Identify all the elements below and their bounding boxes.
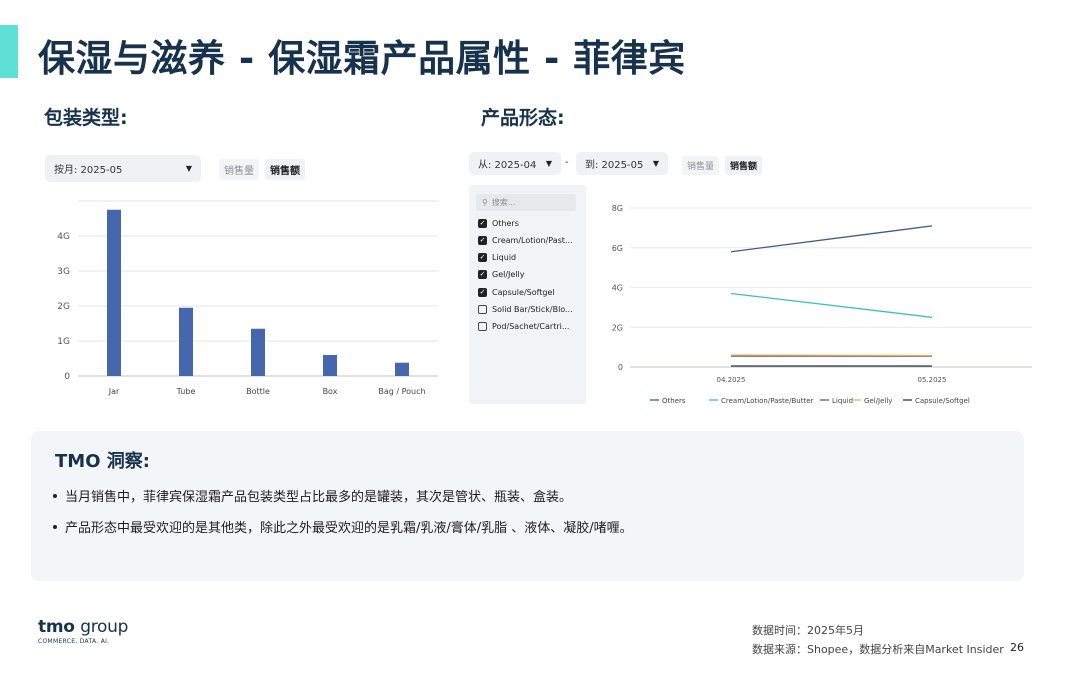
title-accent-bar — [0, 25, 18, 78]
chevron-down-icon: ▼ — [545, 159, 552, 168]
legend-label: Gel/Jelly — [864, 397, 892, 405]
filter-item-gel[interactable]: ✓ Gel/Jelly — [478, 270, 525, 279]
filter-item-label: Capsule/Softgel — [492, 288, 555, 297]
to-month-value: 到: 2025-05 — [585, 160, 644, 171]
y-tick-label: 1G — [57, 337, 70, 347]
from-month-select[interactable]: 从: 2025-04 ▼ — [469, 152, 561, 175]
filter-item-label: Solid Bar/Stick/Blo... — [492, 305, 573, 314]
insight-item: 当月销售中，菲律宾保湿霜产品包装类型占比最多的是罐装，其次是管状、瓶装、盒装。 — [53, 486, 572, 505]
y-tick-label: 0 — [618, 363, 623, 372]
bar — [251, 328, 265, 376]
filter-item-label: Pod/Sachet/Cartri... — [492, 322, 570, 331]
insight-text: 当月销售中，菲律宾保湿霜产品包装类型占比最多的是罐装，其次是管状、瓶装、盒装。 — [65, 490, 573, 505]
filter-item-liquid[interactable]: ✓ Liquid — [478, 253, 516, 262]
y-tick-label: 4G — [57, 232, 70, 242]
bar — [323, 355, 337, 376]
legend-label: Cream/Lotion/Paste/Butter — [721, 397, 813, 405]
x-tick-label: Jar — [108, 387, 120, 396]
filter-item-capsule[interactable]: ✓ Capsule/Softgel — [478, 288, 555, 297]
series-line — [730, 292, 933, 318]
checkbox-unchecked-icon[interactable] — [478, 322, 487, 331]
filter-search-input[interactable]: ⚲ 搜索... — [476, 194, 576, 211]
y-tick-label: 2G — [57, 302, 70, 312]
logo-main-text: tmo — [38, 617, 75, 637]
filter-item-cream[interactable]: ✓ Cream/Lotion/Past... — [478, 236, 573, 245]
from-month-value: 从: 2025-04 — [478, 160, 537, 171]
product-form-filter-panel: ⚲ 搜索... ✓ Others ✓ Cream/Lotion/Past... ✓ L… — [469, 185, 586, 404]
filter-item-pod[interactable]: Pod/Sachet/Cartri... — [478, 322, 569, 331]
sales-amount-option[interactable]: 销售额 — [725, 156, 763, 175]
page-title: 保湿与滋养 - 保湿霜产品属性 - 菲律宾 — [38, 37, 686, 80]
filter-search-placeholder: 搜索... — [491, 198, 516, 207]
y-tick-label: 3G — [57, 267, 70, 277]
filter-item-solid-bar[interactable]: Solid Bar/Stick/Blo... — [478, 305, 573, 314]
chevron-down-icon: ▼ — [652, 159, 659, 168]
insight-item: 产品形态中最受欢迎的是其他类，除此之外最受欢迎的是乳霜/乳液/膏体/乳脂 、液体… — [53, 517, 633, 536]
filter-item-label: Gel/Jelly — [492, 270, 525, 279]
checkbox-checked-icon[interactable]: ✓ — [478, 270, 487, 279]
checkbox-checked-icon[interactable]: ✓ — [478, 288, 487, 297]
to-month-select[interactable]: 到: 2025-05 ▼ — [576, 152, 668, 175]
packaging-metric-toggle[interactable]: 销售量 销售额 — [219, 159, 305, 180]
checkbox-checked-icon[interactable]: ✓ — [478, 219, 487, 228]
range-separator: - — [565, 157, 569, 168]
bar — [179, 307, 193, 376]
insight-title: TMO 洞察: — [55, 451, 150, 472]
y-tick-label: 2G — [612, 323, 623, 332]
checkbox-checked-icon[interactable]: ✓ — [478, 253, 487, 262]
month-select-value: 按月: 2025-05 — [54, 165, 123, 176]
x-tick-label: Box — [323, 387, 338, 396]
product-form-section-label: 产品形态: — [481, 107, 565, 129]
insight-box: TMO 洞察: 当月销售中，菲律宾保湿霜产品包装类型占比最多的是罐装，其次是管状… — [31, 431, 1024, 581]
data-source: 数据来源：Shopee，数据分析来自Market Insider — [752, 643, 1004, 656]
bar — [395, 362, 409, 376]
chevron-down-icon: ▼ — [185, 164, 192, 173]
x-tick-label: Bottle — [246, 387, 270, 396]
legend-label: Capsule/Softgel — [915, 397, 970, 405]
filter-item-label: Others — [492, 219, 519, 228]
insight-text: 产品形态中最受欢迎的是其他类，除此之外最受欢迎的是乳霜/乳液/膏体/乳脂 、液体… — [65, 521, 633, 536]
y-tick-label: 6G — [612, 244, 623, 253]
bar — [107, 209, 121, 376]
product-form-line-chart: 0 2G 4G 6G 8G 04.2025 05.2025 Others Cream/Lotio… — [612, 204, 1032, 405]
filter-item-label: Liquid — [492, 253, 517, 262]
y-tick-label: 8G — [612, 204, 623, 213]
filter-item-label: Cream/Lotion/Past... — [492, 236, 573, 245]
product-form-metric-toggle[interactable]: 销售量 销售额 — [682, 156, 763, 175]
packaging-bar-chart: 0 1G 2G 3G 4G Jar Tube Bottle Box Bag / Pouch — [57, 200, 438, 396]
x-tick-label: 05.2025 — [918, 376, 947, 384]
logo-group-text: group — [80, 617, 129, 637]
y-tick-label: 4G — [612, 284, 623, 293]
sales-amount-option[interactable]: 销售额 — [265, 159, 305, 180]
checkbox-unchecked-icon[interactable] — [478, 305, 487, 314]
data-time: 数据时间：2025年5月 — [752, 624, 864, 637]
bullet-icon — [53, 524, 57, 529]
month-select[interactable]: 按月: 2025-05 ▼ — [45, 155, 201, 182]
x-tick-label: 04.2025 — [717, 376, 746, 384]
x-tick-label: Bag / Pouch — [378, 387, 425, 396]
legend-label: Liquid — [832, 397, 853, 405]
x-tick-label: Tube — [176, 387, 196, 396]
bullet-icon — [53, 493, 57, 498]
sales-volume-option[interactable]: 销售量 — [682, 156, 720, 175]
filter-item-others[interactable]: ✓ Others — [478, 219, 519, 228]
checkbox-checked-icon[interactable]: ✓ — [478, 236, 487, 245]
packaging-section-label: 包装类型: — [44, 107, 128, 129]
search-icon: ⚲ — [482, 198, 488, 207]
legend-label: Others — [662, 397, 686, 405]
tmo-group-logo: tmo group COMMERCE. DATA. AI. — [38, 617, 128, 645]
y-tick-label: 0 — [64, 372, 70, 382]
logo-tagline: COMMERCE. DATA. AI. — [38, 638, 110, 645]
sales-volume-option[interactable]: 销售量 — [219, 159, 259, 180]
page-number: 26 — [1010, 641, 1024, 654]
